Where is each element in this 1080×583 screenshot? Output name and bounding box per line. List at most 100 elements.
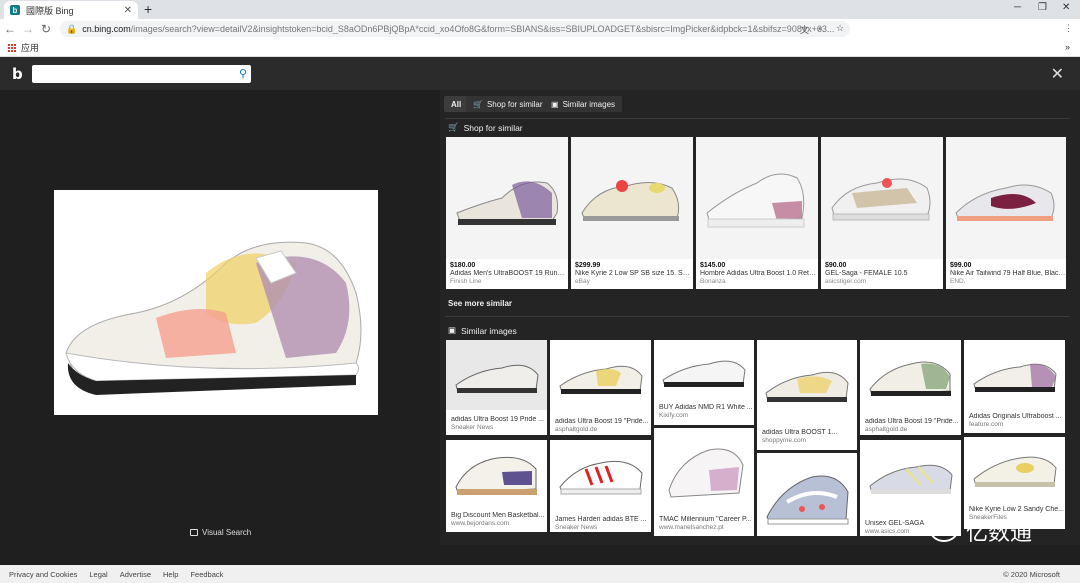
similar-image-card[interactable] <box>757 453 857 536</box>
similar-thumb <box>757 340 857 425</box>
similar-thumb <box>446 440 547 508</box>
footer-link-advertise[interactable]: Advertise <box>120 570 151 579</box>
similar-source: www.asics.com <box>865 528 910 535</box>
shop-card[interactable]: $99.00 Nike Air Tailwind 79 Half Blue, B… <box>946 137 1066 289</box>
url-host: cn.bing.com <box>82 24 131 34</box>
watermark-text: 亿数通 <box>966 521 1033 546</box>
similar-image-card[interactable]: TMAC Millennium "Career P... www.manelsa… <box>654 428 754 536</box>
similar-title: BUY Adidas NMD R1 White ... <box>659 404 753 411</box>
search-icon[interactable]: ⚲ <box>239 67 247 80</box>
footer: Privacy and Cookies Legal Advertise Help… <box>0 565 1080 583</box>
tab-close-icon[interactable]: ✕ <box>124 5 132 16</box>
image-preview-pane: Visual Search <box>0 90 432 545</box>
close-detail-icon[interactable]: ✕ <box>1051 64 1064 84</box>
similar-title: James Harden adidas BTE ... <box>555 516 647 523</box>
shop-store: Finish Line <box>450 278 482 285</box>
similar-source: asphaltgold.de <box>865 426 908 433</box>
similar-title: adidas Ultra BOOST 1... <box>762 429 838 436</box>
footer-link-privacy[interactable]: Privacy and Cookies <box>9 570 77 579</box>
browser-menu-icon[interactable]: ⋮ <box>1064 23 1073 34</box>
maximize-icon[interactable]: ❐ <box>1038 2 1047 13</box>
shop-card[interactable]: $180.00 Adidas Men's UltraBOOST 19 Runni… <box>446 137 568 289</box>
shop-card[interactable]: $90.00 GEL-Saga - FEMALE 10.5 asicstiger… <box>821 137 943 289</box>
browser-tab[interactable]: b 國際版 Bing ✕ <box>4 1 138 19</box>
footer-link-feedback[interactable]: Feedback <box>190 570 223 579</box>
similar-source: feature.com <box>969 421 1004 428</box>
bookmark-apps[interactable]: 应用 <box>21 41 39 54</box>
similar-thumb <box>964 437 1065 501</box>
shop-price: $90.00 <box>825 262 847 269</box>
chat-bubble-icon <box>930 520 958 542</box>
similar-thumb <box>446 340 547 410</box>
similar-thumb <box>550 440 651 508</box>
bing-logo[interactable]: b <box>12 65 23 83</box>
shop-name: Nike Kyrie 2 Low SP SB size 15. Spo... <box>575 270 691 277</box>
similar-image-card[interactable]: adidas Ultra Boost 19 "Pride... asphaltg… <box>860 340 961 435</box>
similar-image-card[interactable]: James Harden adidas BTE ... Sneaker News <box>550 440 651 532</box>
shop-store: Bonanza <box>700 278 726 285</box>
similar-image-card[interactable]: BUY Adidas NMD R1 White ... Kixify.com <box>654 340 754 425</box>
similar-thumb <box>964 340 1065 408</box>
tab-shop-for-similar[interactable]: 🛒 Shop for similar <box>466 96 550 112</box>
footer-link-help[interactable]: Help <box>163 570 178 579</box>
copyright: © 2020 Microsoft <box>1003 570 1060 579</box>
similar-title: Unisex GEL-SAGA <box>865 520 925 527</box>
tab-similar-images[interactable]: ▣ Similar images <box>544 96 623 112</box>
shop-store: asicstiger.com <box>825 278 867 285</box>
tab-all[interactable]: All <box>444 96 469 112</box>
cart-icon: 🛒 <box>473 99 483 109</box>
visual-search-button[interactable]: Visual Search <box>190 528 251 537</box>
address-bar: ← → ↻ 🔒 cn.bing.com/images/search?view=d… <box>0 19 1080 39</box>
similar-thumb <box>654 428 754 512</box>
minimize-icon[interactable]: ─ <box>1014 2 1021 13</box>
watermark-logo: 亿数通 <box>930 515 1032 547</box>
shop-card-image <box>946 137 1066 259</box>
shop-card[interactable]: $145.00 Hombre Adidas Ultra Boost 1.0 Re… <box>696 137 818 289</box>
main-shoe-image[interactable] <box>54 190 378 415</box>
shop-name: Adidas Men's UltraBOOST 19 Running... <box>450 270 566 277</box>
similar-image-card[interactable]: Adidas Originals Ultraboost ... feature.… <box>964 340 1065 433</box>
shop-price: $180.00 <box>450 262 476 269</box>
apps-grid-icon[interactable] <box>8 43 16 52</box>
shop-card-image <box>696 137 818 259</box>
zoom-icon[interactable]: ⌕ <box>818 23 823 34</box>
similar-image-card[interactable]: adidas Ultra Boost 19 "Pride... asphaltg… <box>550 340 651 435</box>
similar-image-card[interactable]: Big Discount Men Basketbal... www.bejord… <box>446 440 547 532</box>
similar-source: Sneaker News <box>555 524 598 531</box>
cart-icon: 🛒 <box>448 122 459 132</box>
translate-icon[interactable]: 文 <box>800 23 809 36</box>
see-more-similar-link[interactable]: See more similar <box>448 299 512 308</box>
tab-similar-label: Similar images <box>562 99 616 109</box>
reload-icon[interactable]: ↻ <box>38 22 54 36</box>
browser-tab-bar: b 國際版 Bing ✕ + ─ ❐ ✕ <box>0 0 1080 19</box>
shop-price: $299.99 <box>575 262 601 269</box>
bookmark-star-icon[interactable]: ☆ <box>836 23 844 34</box>
bookmarks-overflow-icon[interactable]: » <box>1065 42 1070 52</box>
shop-store: END. <box>950 278 966 285</box>
similar-thumb <box>860 340 961 412</box>
window-close-icon[interactable]: ✕ <box>1062 2 1070 13</box>
tab-title: 國際版 Bing <box>26 5 74 16</box>
image-icon: ▣ <box>551 99 559 109</box>
similar-image-card[interactable]: adidas Ultra Boost 19 Pride ... Sneaker … <box>446 340 547 435</box>
similar-thumb <box>757 453 857 536</box>
image-icon: ▣ <box>448 325 457 335</box>
footer-link-legal[interactable]: Legal <box>89 570 107 579</box>
shop-card[interactable]: $299.99 Nike Kyrie 2 Low SP SB size 15. … <box>571 137 693 289</box>
shop-store: eBay <box>575 278 590 285</box>
tab-shop-label: Shop for similar <box>486 99 543 109</box>
search-input[interactable]: ⚲ <box>32 65 251 83</box>
lock-icon[interactable]: 🔒 <box>66 24 77 35</box>
similar-image-card[interactable]: adidas Ultra BOOST 1... shoppyme.com <box>757 340 857 450</box>
similar-source: www.manelsanchez.pt <box>659 524 724 531</box>
back-icon[interactable]: ← <box>2 22 18 36</box>
similar-source: Kixify.com <box>659 412 689 419</box>
similar-title: Big Discount Men Basketbal... <box>451 512 545 519</box>
similar-thumb <box>654 340 754 400</box>
similar-title: adidas Ultra Boost 19 "Pride... <box>555 418 649 425</box>
similar-title: adidas Ultra Boost 19 "Pride... <box>865 418 959 425</box>
forward-icon[interactable]: → <box>20 22 36 36</box>
shop-name: GEL-Saga - FEMALE 10.5 <box>825 270 908 277</box>
new-tab-button[interactable]: + <box>144 1 152 17</box>
url-field[interactable]: 🔒 cn.bing.com/images/search?view=detailV… <box>60 21 850 37</box>
